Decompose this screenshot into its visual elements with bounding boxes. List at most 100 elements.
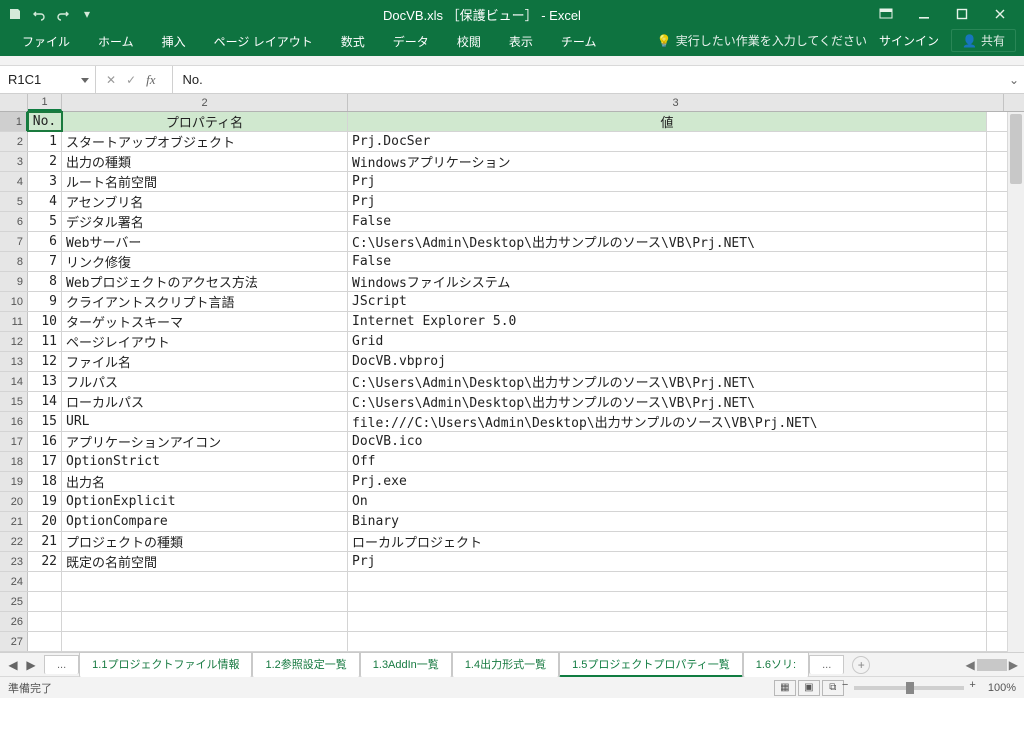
cell-value[interactable]: Off [348, 452, 987, 471]
cell-no[interactable]: 11 [28, 332, 62, 351]
cell-no[interactable]: 20 [28, 512, 62, 531]
cell-value[interactable] [348, 632, 987, 651]
cell-value[interactable]: C:\Users\Admin\Desktop\出力サンプルのソース\VB\Prj… [348, 232, 987, 251]
qat-dropdown-icon[interactable]: ▾ [78, 5, 96, 23]
cell-value[interactable]: Prj [348, 172, 987, 191]
horizontal-scrollbar[interactable]: ◀ ▶ [878, 658, 1024, 672]
cell-value[interactable]: C:\Users\Admin\Desktop\出力サンプルのソース\VB\Prj… [348, 372, 987, 391]
cell-property-name[interactable]: ルート名前空間 [62, 172, 348, 191]
cell-property-name[interactable]: 出力名 [62, 472, 348, 491]
cell-value[interactable]: False [348, 212, 987, 231]
minimize-icon[interactable] [906, 2, 942, 26]
zoom-level[interactable]: 100% [988, 682, 1016, 694]
column-header[interactable]: 1 [28, 94, 62, 111]
cell-no[interactable] [28, 572, 62, 591]
row-header[interactable]: 20 [0, 492, 28, 511]
row-header[interactable]: 10 [0, 292, 28, 311]
sheet-nav-buttons[interactable]: ◀ ▶ [0, 658, 44, 672]
row-header[interactable]: 1 [0, 112, 28, 131]
cell-property-name[interactable]: フルパス [62, 372, 348, 391]
row-header[interactable]: 12 [0, 332, 28, 351]
row-header[interactable]: 7 [0, 232, 28, 251]
row-header[interactable]: 16 [0, 412, 28, 431]
sign-in-link[interactable]: サインイン [879, 32, 939, 49]
row-header[interactable]: 22 [0, 532, 28, 551]
worksheet-grid[interactable]: 1 2 3 1No.プロパティ名値21スタートアップオブジェクトPrj.DocS… [0, 94, 1024, 652]
cell-no[interactable]: 15 [28, 412, 62, 431]
row-header[interactable]: 21 [0, 512, 28, 531]
cell-property-name[interactable]: OptionCompare [62, 512, 348, 531]
cell-value[interactable]: On [348, 492, 987, 511]
row-header[interactable]: 14 [0, 372, 28, 391]
cell-no[interactable]: 21 [28, 532, 62, 551]
row-header[interactable]: 4 [0, 172, 28, 191]
cell-value[interactable]: file:///C:\Users\Admin\Desktop\出力サンプルのソー… [348, 412, 987, 431]
cell-no[interactable]: 22 [28, 552, 62, 571]
cell-property-name[interactable]: Webサーバー [62, 232, 348, 251]
column-header[interactable]: 2 [62, 94, 348, 111]
row-header[interactable]: 18 [0, 452, 28, 471]
cell-no[interactable]: 14 [28, 392, 62, 411]
cancel-icon[interactable]: ✕ [106, 73, 116, 87]
cell-value[interactable]: ローカルプロジェクト [348, 532, 987, 551]
row-header[interactable]: 26 [0, 612, 28, 631]
cell-value[interactable] [348, 592, 987, 611]
cell-value[interactable]: DocVB.ico [348, 432, 987, 451]
sheet-nav-prev-icon[interactable]: ◀ [6, 658, 20, 672]
cell-value[interactable]: Internet Explorer 5.0 [348, 312, 987, 331]
cell-no[interactable]: 1 [28, 132, 62, 151]
cell-no[interactable]: 3 [28, 172, 62, 191]
cell-value[interactable]: Prj.DocSer [348, 132, 987, 151]
sheet-tab[interactable]: 1.2参照設定一覧 [252, 652, 359, 677]
cell-property-name[interactable]: OptionStrict [62, 452, 348, 471]
row-header[interactable]: 2 [0, 132, 28, 151]
cell-no[interactable]: 8 [28, 272, 62, 291]
cell-property-name[interactable]: アプリケーションアイコン [62, 432, 348, 451]
ribbon-tab[interactable]: 挿入 [148, 27, 200, 56]
cell-property-name[interactable]: ターゲットスキーマ [62, 312, 348, 331]
cell-property-name[interactable]: スタートアップオブジェクト [62, 132, 348, 151]
cell-property-name[interactable]: クライアントスクリプト言語 [62, 292, 348, 311]
cell-no[interactable]: No. [28, 112, 62, 131]
row-header[interactable]: 19 [0, 472, 28, 491]
cell-no[interactable]: 16 [28, 432, 62, 451]
scrollbar-thumb[interactable] [1010, 114, 1022, 184]
cell-property-name[interactable]: 既定の名前空間 [62, 552, 348, 571]
cell-no[interactable] [28, 592, 62, 611]
cell-value[interactable]: JScript [348, 292, 987, 311]
zoom-slider[interactable] [854, 686, 964, 690]
ribbon-tab[interactable]: ファイル [8, 27, 84, 56]
cell-value[interactable]: Prj [348, 552, 987, 571]
scroll-right-icon[interactable]: ▶ [1009, 658, 1018, 672]
new-sheet-button[interactable]: + [852, 656, 870, 674]
enter-icon[interactable]: ✓ [126, 73, 136, 87]
cell-property-name[interactable]: プロパティ名 [62, 112, 348, 131]
vertical-scrollbar[interactable] [1007, 112, 1024, 652]
cell-no[interactable]: 18 [28, 472, 62, 491]
cell-value[interactable]: Prj.exe [348, 472, 987, 491]
close-icon[interactable] [982, 2, 1018, 26]
row-header[interactable]: 5 [0, 192, 28, 211]
cell-property-name[interactable] [62, 572, 348, 591]
fx-icon[interactable]: fx [146, 72, 161, 88]
ribbon-tab[interactable]: 表示 [495, 27, 547, 56]
cell-property-name[interactable]: デジタル署名 [62, 212, 348, 231]
row-header[interactable]: 8 [0, 252, 28, 271]
cell-property-name[interactable]: URL [62, 412, 348, 431]
cell-value[interactable]: False [348, 252, 987, 271]
cell-value[interactable]: DocVB.vbproj [348, 352, 987, 371]
cell-property-name[interactable] [62, 592, 348, 611]
sheet-tab[interactable]: 1.6ソリ: [743, 652, 809, 677]
sheet-tab[interactable]: 1.5プロジェクトプロパティ一覧 [559, 652, 743, 677]
cell-no[interactable]: 17 [28, 452, 62, 471]
cell-no[interactable]: 2 [28, 152, 62, 171]
cell-property-name[interactable]: プロジェクトの種類 [62, 532, 348, 551]
row-header[interactable]: 27 [0, 632, 28, 651]
cell-value[interactable]: 値 [348, 112, 987, 131]
ribbon-tab[interactable]: チーム [547, 27, 611, 56]
redo-icon[interactable] [54, 5, 72, 23]
sheet-tab[interactable]: 1.1プロジェクトファイル情報 [79, 652, 252, 677]
sheet-tab-overflow[interactable]: ... [809, 655, 844, 674]
cell-value[interactable]: Grid [348, 332, 987, 351]
sheet-tab[interactable]: 1.4出力形式一覧 [452, 652, 559, 677]
